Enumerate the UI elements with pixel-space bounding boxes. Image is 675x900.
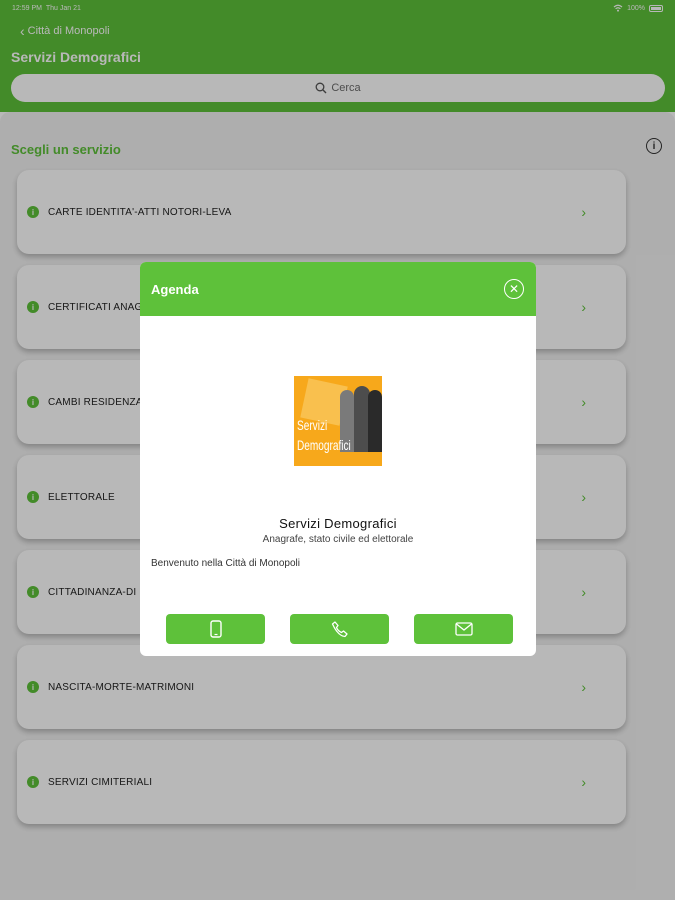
- servizi-demografici-logo: Servizi Demografici: [294, 376, 382, 466]
- mail-icon: [454, 622, 473, 636]
- welcome-text: Benvenuto nella Città di Monopoli: [151, 558, 300, 569]
- modal-actions: [166, 614, 513, 644]
- modal-title: Agenda: [151, 281, 199, 297]
- mobile-button[interactable]: [166, 614, 265, 644]
- modal-body: Servizi Demografici Servizi Demografici …: [140, 316, 536, 656]
- mobile-phone-icon: [209, 620, 222, 638]
- phone-icon: [331, 621, 348, 638]
- entity-name: Servizi Demografici: [279, 516, 397, 531]
- logo-text-line2: Demografici: [297, 437, 351, 453]
- logo-text-line1: Servizi: [297, 417, 328, 433]
- call-button[interactable]: [290, 614, 389, 644]
- logo-figure: [368, 390, 382, 452]
- email-button[interactable]: [414, 614, 513, 644]
- close-icon[interactable]: ✕: [504, 279, 524, 299]
- modal-header: Agenda ✕: [140, 262, 536, 316]
- entity-description: Anagrafe, stato civile ed elettorale: [262, 534, 414, 545]
- agenda-modal: Agenda ✕ Servizi Demografici Servizi Dem…: [140, 262, 536, 656]
